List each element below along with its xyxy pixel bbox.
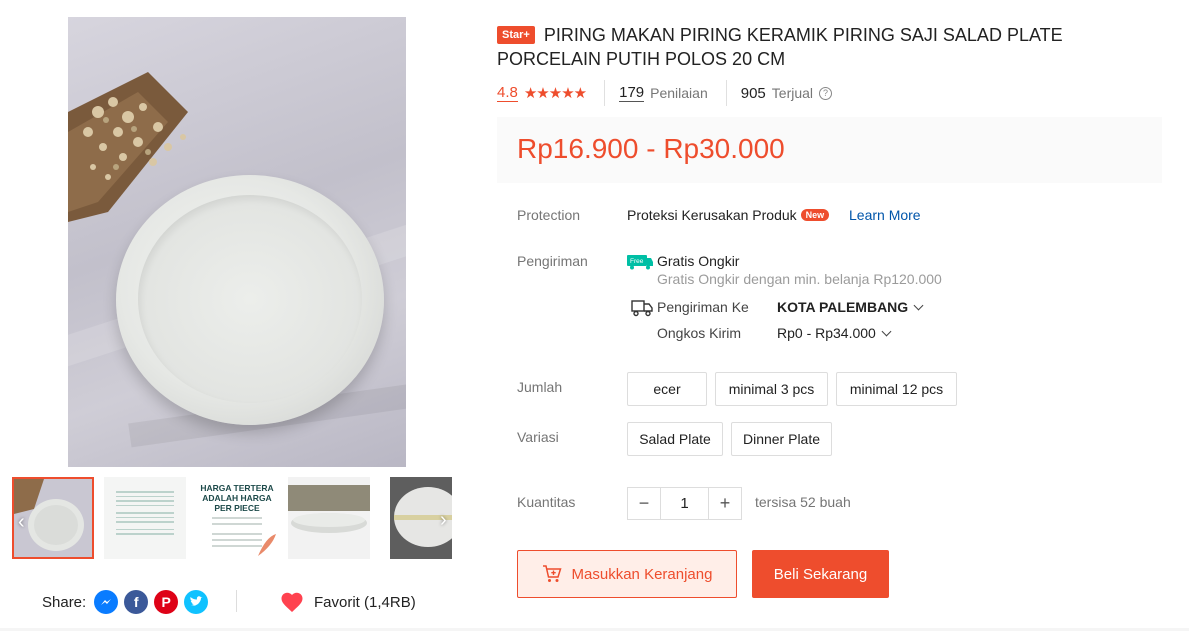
white-plate [116,175,384,425]
free-shipping-title: Gratis Ongkir [657,253,740,269]
sold-label: Terjual [771,85,814,101]
new-badge: New [800,209,830,221]
divider [604,80,606,106]
shipping-label: Pengiriman [517,253,588,269]
thumbnail-plate-side-image [288,477,370,559]
quantity-stepper: − 1 + [627,487,742,520]
add-to-cart-button[interactable]: Masukkan Keranjang [517,550,737,598]
thumbnail-text-lines [116,491,174,538]
variasi-option-dinner-plate[interactable]: Dinner Plate [731,422,832,456]
jumlah-option-minimal-3[interactable]: minimal 3 pcs [715,372,828,406]
heart-icon [281,592,303,612]
thumbnail-text-lines [212,517,262,551]
thumbnail-5[interactable]: › [390,477,452,559]
pinterest-icon[interactable]: P [154,590,179,614]
truck-icon [631,300,653,317]
twitter-icon[interactable] [184,590,209,614]
quantity-input[interactable]: 1 [660,488,709,519]
chevron-down-icon [881,326,892,337]
stock-remaining: tersisa 52 buah [755,494,851,510]
rating-stars-icon: ★★★★★ [523,85,587,102]
thumbnail-3[interactable]: HARGA TERTERA ADALAH HARGA PER PIECE [196,477,278,559]
jumlah-label: Jumlah [517,379,563,395]
shipping-to-label: Pengiriman Ke [657,299,749,315]
thumbnail-1[interactable]: ‹ [12,477,94,559]
star-plus-badge: Star+ [497,26,535,44]
jumlah-option-minimal-12[interactable]: minimal 12 pcs [836,372,957,406]
thumbnail-2[interactable] [104,477,186,559]
price-box: Rp16.900 - Rp30.000 [497,117,1162,183]
buy-now-button[interactable]: Beli Sekarang [752,550,889,598]
thumbnail-4[interactable] [288,477,370,559]
jumlah-option-ecer[interactable]: ecer [627,372,707,406]
share-label: Share: [42,593,87,611]
divider [725,80,727,106]
thumbnail-prev-arrow[interactable]: ‹ [18,511,25,534]
quantity-increase-button[interactable]: + [709,488,741,519]
learn-more-link[interactable]: Learn More [849,207,921,223]
shipping-cost-select[interactable]: Rp0 - Rp34.000 [777,325,892,341]
thumbnail-leaf-decoration [258,534,276,556]
share-row: Share: f P [42,588,209,616]
favorite-button[interactable]: Favorit (1,4RB) [280,588,416,616]
variasi-label: Variasi [517,429,559,445]
favorite-label: Favorit (1,4RB) [314,593,416,611]
thumbnail-plate-image [14,479,92,557]
thumbnail-strip: ‹ HARGA TERTERA ADALAH HARGA PER PIECE › [12,477,452,559]
facebook-icon[interactable]: f [124,590,149,614]
protection-text: Proteksi Kerusakan Produk [627,207,797,223]
shipping-cost-label: Ongkos Kirim [657,325,742,341]
variasi-option-salad-plate[interactable]: Salad Plate [627,422,723,456]
divider [236,590,237,612]
rating-value[interactable]: 4.8 [497,84,518,102]
price-range: Rp16.900 - Rp30.000 [517,133,785,164]
svg-text:Free: Free [630,258,644,265]
main-product-image[interactable] [68,17,406,467]
product-title: PIRING MAKAN PIRING KERAMIK PIRING SAJI … [497,25,1063,69]
free-shipping-icon: Free [627,255,653,270]
protection-label: Protection [517,207,581,223]
review-count[interactable]: 179 [619,84,645,102]
thumbnail-price-notice: HARGA TERTERA ADALAH HARGA PER PIECE [200,483,274,513]
free-shipping-desc: Gratis Ongkir dengan min. belanja Rp120.… [657,271,942,287]
quantity-decrease-button[interactable]: − [628,488,660,519]
chevron-down-icon [913,300,924,311]
protection-value: Proteksi Kerusakan Produk New [627,207,830,223]
shipping-cost-value: Rp0 - Rp34.000 [777,325,876,341]
sold-count: 905 [740,84,766,102]
thumbnail-next-arrow[interactable]: › [440,509,447,532]
cart-icon [542,565,562,582]
shipping-destination-value: KOTA PALEMBANG [777,299,909,315]
help-icon[interactable]: ? [819,86,833,100]
messenger-icon[interactable] [94,590,119,614]
quantity-label: Kuantitas [517,494,576,510]
product-title-block: Star+ PIRING MAKAN PIRING KERAMIK PIRING… [497,23,1137,71]
rating-row: 4.8 ★★★★★ 179 Penilaian 905 Terjual ? [497,80,833,106]
plate-center [138,195,362,403]
add-to-cart-label: Masukkan Keranjang [571,565,713,583]
shipping-destination-select[interactable]: KOTA PALEMBANG [777,299,924,315]
review-label: Penilaian [650,85,708,101]
